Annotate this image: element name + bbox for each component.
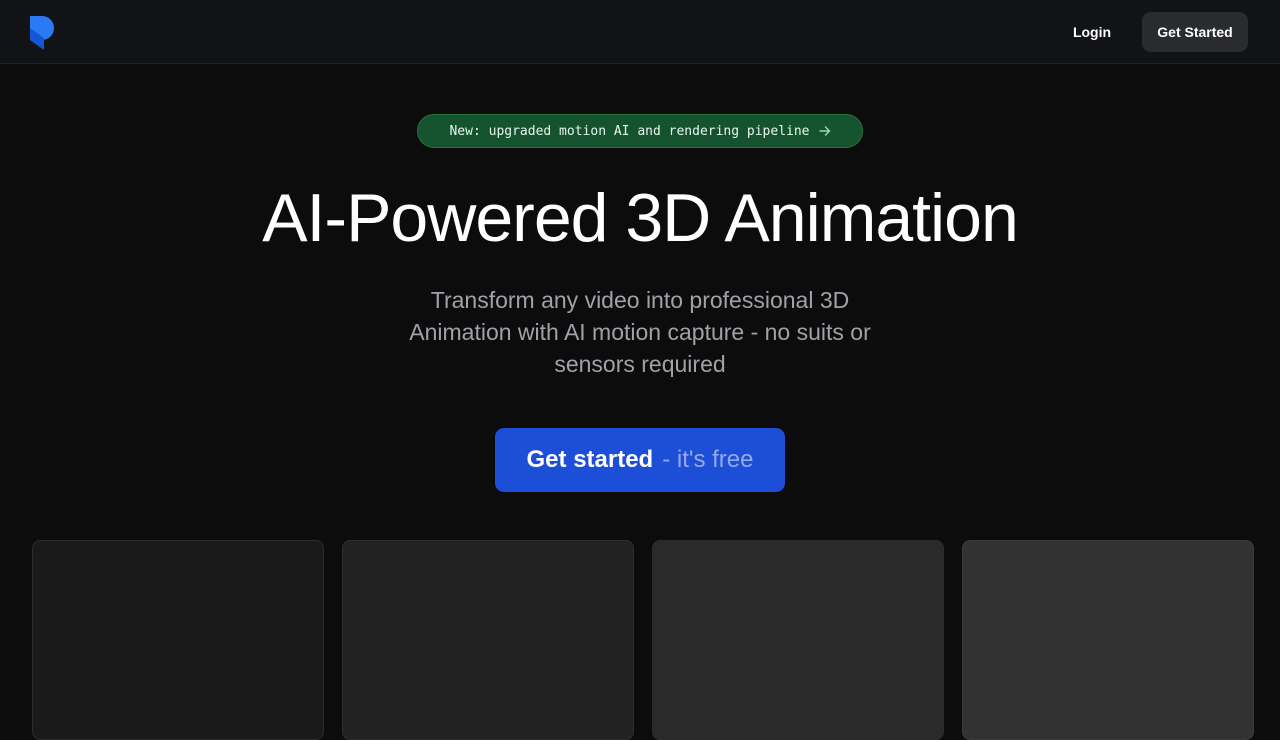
login-button[interactable]: Login [1060, 12, 1124, 52]
showcase-card [962, 540, 1254, 740]
showcase-card [342, 540, 634, 740]
get-started-free-button[interactable]: Get started - it's free [495, 428, 785, 492]
hero-subtitle: Transform any video into professional 3D… [409, 287, 871, 377]
announcement-badge[interactable]: New: upgraded motion AI and rendering pi… [417, 114, 863, 148]
cta-sub-label: - it's free [662, 446, 754, 473]
get-started-nav-button[interactable]: Get Started [1142, 12, 1248, 52]
arrow-right-icon [818, 125, 831, 137]
page-title: AI-Powered 3D Animation [262, 180, 1019, 256]
announcement-text: New: upgraded motion AI and rendering pi… [449, 123, 810, 139]
showcase-card [32, 540, 324, 740]
cta-main-label: Get started [526, 446, 654, 473]
brand-logo-icon[interactable] [28, 14, 56, 50]
showcase-card [652, 540, 944, 740]
top-navbar: Login Get Started [0, 0, 1280, 64]
